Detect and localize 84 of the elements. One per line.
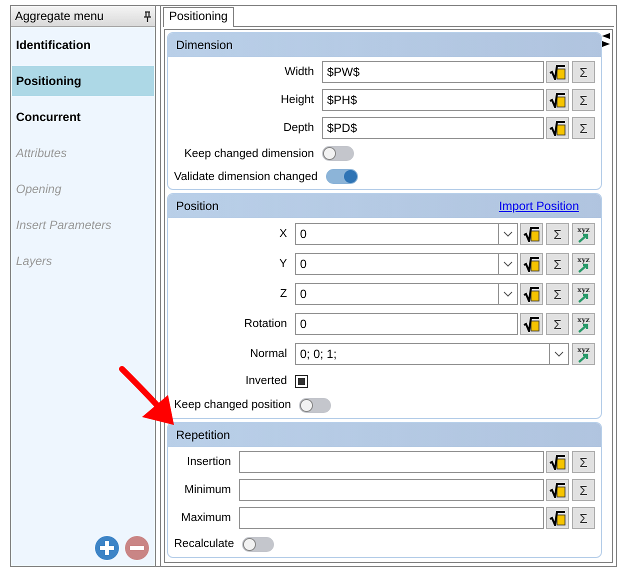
sum-button[interactable]: Σ — [546, 253, 569, 275]
field-label: Maximum — [180, 512, 231, 524]
formula-button[interactable] — [520, 223, 543, 245]
chevron-down-icon — [503, 291, 513, 297]
arrow-icon — [578, 352, 590, 362]
sum-button[interactable]: Σ — [572, 507, 595, 529]
formula-button[interactable] — [546, 451, 569, 473]
sum-button[interactable]: Σ — [546, 313, 569, 335]
tab[interactable]: Positioning — [163, 7, 234, 27]
sidebar-item[interactable]: Positioning — [12, 66, 154, 96]
field-label: Width — [284, 66, 314, 78]
toggle-switch[interactable] — [299, 398, 332, 412]
field-label: Depth — [282, 122, 314, 134]
square-root-icon — [523, 316, 540, 332]
formula-button[interactable] — [546, 117, 569, 139]
field-label: Normal — [248, 348, 287, 360]
combo-box[interactable]: 0 — [295, 223, 518, 245]
combo-box[interactable]: 0 — [295, 283, 518, 305]
arrow-icon — [578, 322, 590, 332]
formula-button[interactable] — [520, 283, 543, 305]
group-title: Position — [176, 199, 219, 213]
combo-box[interactable]: 0 — [295, 253, 518, 275]
pin-icon[interactable] — [144, 10, 151, 22]
scroll-arrows-icon[interactable] — [602, 33, 610, 47]
input-field[interactable] — [239, 451, 544, 473]
sidebar-item[interactable]: Concurrent — [12, 102, 154, 132]
square-root-icon — [523, 286, 540, 302]
sum-button[interactable]: Σ — [572, 479, 595, 501]
sum-button[interactable]: Σ — [572, 451, 595, 473]
checkbox[interactable] — [295, 374, 308, 388]
group-title: Dimension — [176, 38, 233, 52]
field-label: Height — [280, 94, 314, 106]
field-label: Z — [278, 288, 287, 300]
arrow-icon — [578, 292, 590, 302]
arrow-icon — [578, 262, 590, 272]
square-root-icon — [549, 92, 566, 108]
input-field[interactable]: $PD$ — [322, 117, 544, 139]
field-label: Rotation — [243, 318, 287, 330]
formula-button[interactable] — [520, 313, 543, 335]
formula-button[interactable] — [546, 507, 569, 529]
sum-button[interactable]: Σ — [572, 117, 595, 139]
input-field[interactable] — [239, 479, 544, 501]
square-root-icon — [549, 482, 566, 498]
square-root-icon — [523, 256, 540, 272]
square-root-icon — [549, 510, 566, 526]
field-label: Validate dimension changed — [174, 170, 318, 182]
chevron-down-icon — [554, 351, 564, 357]
sidebar-item[interactable]: Identification — [12, 30, 154, 60]
square-root-icon — [549, 454, 566, 470]
toggle-switch[interactable] — [242, 536, 274, 552]
panel-title: Aggregate menu — [15, 9, 104, 23]
chevron-down-icon — [503, 261, 513, 267]
remove-icon[interactable] — [125, 536, 149, 560]
field-label: X — [278, 228, 287, 240]
chevron-down-icon — [503, 231, 513, 237]
field-label: Y — [278, 258, 287, 270]
import-link[interactable]: Import Position — [498, 199, 579, 213]
field-label: Insertion — [186, 456, 231, 468]
toggle-switch[interactable] — [322, 146, 354, 161]
field-label: Recalculate — [174, 538, 234, 550]
field-label: Keep changed dimension — [183, 148, 314, 160]
arrow-icon — [578, 232, 590, 242]
field-label: Keep changed position — [174, 399, 292, 411]
sum-button[interactable]: Σ — [546, 223, 569, 245]
sum-button[interactable]: Σ — [546, 283, 569, 305]
square-root-icon — [523, 226, 540, 242]
input-field[interactable]: 0 — [295, 313, 518, 335]
toggle-switch[interactable] — [326, 169, 358, 184]
formula-button[interactable] — [546, 61, 569, 83]
group-title: Repetition — [176, 428, 230, 442]
formula-button[interactable] — [520, 253, 543, 275]
formula-button[interactable] — [546, 479, 569, 501]
square-root-icon — [549, 120, 566, 136]
input-field[interactable]: $PH$ — [322, 89, 544, 111]
add-icon[interactable] — [95, 536, 119, 560]
input-field[interactable]: $PW$ — [322, 61, 544, 83]
formula-button[interactable] — [546, 89, 569, 111]
sum-button[interactable]: Σ — [572, 61, 595, 83]
combo-box[interactable]: 0; 0; 1; — [295, 343, 569, 365]
sum-button[interactable]: Σ — [572, 89, 595, 111]
field-label: Minimum — [183, 484, 231, 496]
square-root-icon — [549, 64, 566, 80]
field-label: Inverted — [244, 375, 287, 387]
input-field[interactable] — [239, 507, 544, 529]
